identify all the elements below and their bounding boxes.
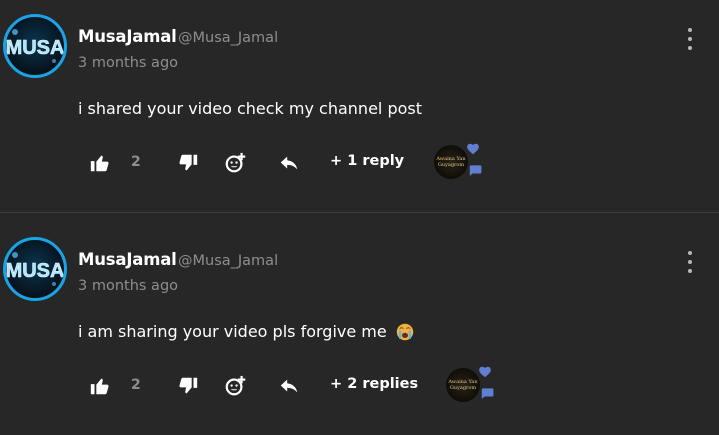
comment: MUSA MusaJamal @Musa_Jamal 3 months ago … xyxy=(0,223,719,435)
comment-timestamp[interactable]: 3 months ago xyxy=(78,55,178,71)
comment: MUSA MusaJamal @Musa_Jamal 3 months ago … xyxy=(0,0,719,212)
add-emoji-icon[interactable] xyxy=(224,152,246,174)
creator-avatar: Awaina Yan Guyagrom xyxy=(434,145,468,179)
comment-text-content: i shared your video check my channel pos… xyxy=(78,99,422,118)
view-replies-button[interactable]: + 1 reply xyxy=(330,153,404,169)
thumbs-down-icon[interactable] xyxy=(177,375,199,397)
author-handle[interactable]: @Musa_Jamal xyxy=(178,30,278,46)
more-options-button[interactable] xyxy=(680,28,700,50)
heart-icon xyxy=(467,143,479,155)
thumbs-down-icon[interactable] xyxy=(177,152,199,174)
author-name[interactable]: MusaJamal xyxy=(78,27,177,46)
comment-text-content: i am sharing your video pls forgive me xyxy=(78,322,387,341)
avatar[interactable]: MUSA xyxy=(3,14,67,78)
comment-timestamp[interactable]: 3 months ago xyxy=(78,278,178,294)
comment-actions: 2 + 1 reply Awaina Yan Guyagrom xyxy=(0,143,719,179)
like-count: 2 xyxy=(131,377,141,393)
author-name[interactable]: MusaJamal xyxy=(78,250,177,269)
crying-face-icon xyxy=(396,323,413,340)
thumbs-up-icon[interactable] xyxy=(89,152,111,174)
thumbs-up-icon[interactable] xyxy=(89,375,111,397)
more-vert-icon xyxy=(688,251,692,255)
author-handle[interactable]: @Musa_Jamal xyxy=(178,253,278,269)
comment-actions: 2 + 2 replies Awaina Yan Guyagrom xyxy=(0,366,719,402)
reply-arrow-icon[interactable] xyxy=(278,152,300,174)
more-vert-icon xyxy=(688,28,692,32)
creator-heart-badge: Awaina Yan Guyagrom xyxy=(446,365,498,407)
reply-arrow-icon[interactable] xyxy=(278,375,300,397)
avatar-text: MUSA xyxy=(6,260,64,282)
heart-icon xyxy=(479,366,491,378)
chat-bubble-icon xyxy=(481,388,494,399)
avatar-text: MUSA xyxy=(6,37,64,59)
avatar[interactable]: MUSA xyxy=(3,237,67,301)
more-options-button[interactable] xyxy=(680,251,700,273)
view-replies-button[interactable]: + 2 replies xyxy=(330,376,418,392)
like-count: 2 xyxy=(131,154,141,170)
comment-divider xyxy=(0,212,719,213)
comment-text: i shared your video check my channel pos… xyxy=(78,99,422,118)
creator-heart-badge: Awaina Yan Guyagrom xyxy=(434,142,486,184)
creator-avatar: Awaina Yan Guyagrom xyxy=(446,368,480,402)
comment-text: i am sharing your video pls forgive me xyxy=(78,322,414,341)
add-emoji-icon[interactable] xyxy=(224,375,246,397)
chat-bubble-icon xyxy=(469,165,482,176)
